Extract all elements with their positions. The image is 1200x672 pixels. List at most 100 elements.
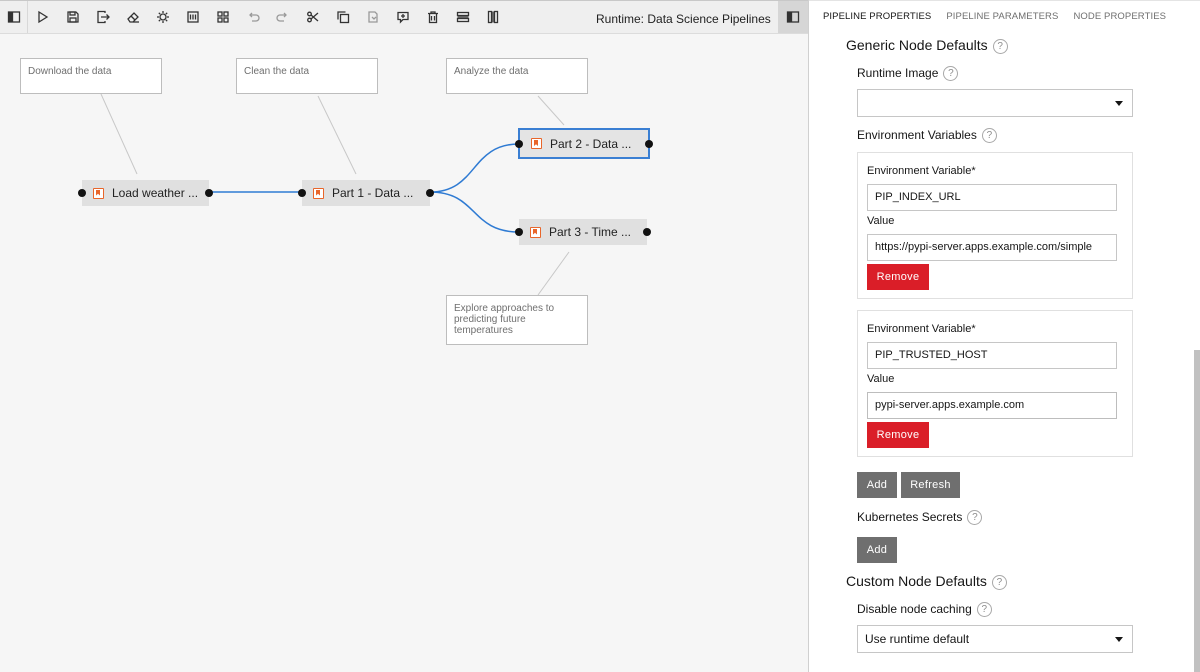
disable-node-caching-select[interactable]: Use runtime default (857, 625, 1133, 653)
catalog-icon (187, 11, 199, 23)
input-port[interactable] (298, 189, 306, 197)
palette-icon (7, 11, 20, 23)
node-link (429, 143, 520, 193)
help-icon[interactable]: ? (981, 128, 997, 144)
delete-button[interactable] (418, 1, 448, 33)
redo-button[interactable] (268, 1, 298, 33)
env-var-value-label: Value (867, 373, 895, 385)
generic-node-defaults-title: Generic Node Defaults (846, 37, 988, 53)
help-icon[interactable]: ? (991, 574, 1007, 590)
tab-pipeline-properties[interactable]: PIPELINE PROPERTIES (823, 1, 931, 34)
generic-node-defaults-heading: Generic Node Defaults? (846, 37, 1008, 54)
comment-icon (397, 11, 409, 24)
chevron-down-icon (1115, 101, 1123, 106)
notebook-icon (313, 187, 324, 199)
remove-env-var-button[interactable]: Remove (867, 422, 929, 448)
output-port[interactable] (645, 139, 653, 148)
panel-scrollbar[interactable] (1194, 350, 1200, 672)
pipeline-node-selected[interactable]: Part 2 - Data ... (515, 128, 653, 159)
paste-icon (368, 11, 378, 23)
properties-tabs: PIPELINE PROPERTIES PIPELINE PARAMETERS … (809, 0, 1200, 34)
export-button[interactable] (88, 1, 118, 33)
grid-icon (217, 11, 229, 23)
cut-button[interactable] (298, 1, 328, 33)
add-kubernetes-secret-button[interactable]: Add (857, 537, 897, 563)
toggle-palette-button[interactable] (0, 1, 28, 33)
pipeline-node[interactable]: Part 3 - Time ... (515, 219, 651, 245)
comment-link (317, 95, 357, 175)
pipeline-node[interactable]: Part 1 - Data ... (298, 180, 434, 206)
clear-button[interactable] (118, 1, 148, 33)
custom-node-defaults-title: Custom Node Defaults (846, 573, 987, 589)
notebook-icon (530, 226, 541, 238)
copy-button[interactable] (328, 1, 358, 33)
pipeline-node[interactable]: Load weather ... (78, 180, 213, 206)
redo-icon (276, 12, 287, 22)
comment-box[interactable]: Explore approaches to predicting future … (446, 295, 588, 345)
pipeline-toolbar: Runtime: Data Science Pipelines (0, 0, 808, 34)
output-port[interactable] (643, 228, 651, 236)
play-icon (38, 10, 49, 24)
comment-link (100, 93, 138, 175)
env-var-value-input[interactable]: https://pypi-server.apps.example.com/sim… (867, 234, 1117, 261)
toggle-properties-panel-button[interactable] (778, 1, 808, 33)
add-comment-button[interactable] (388, 1, 418, 33)
output-port[interactable] (426, 189, 434, 197)
help-icon[interactable]: ? (943, 66, 959, 82)
save-button[interactable] (58, 1, 88, 33)
env-var-card: Environment Variable* PIP_TRUSTED_HOST V… (857, 310, 1133, 457)
env-var-value-input[interactable]: pypi-server.apps.example.com (867, 392, 1117, 419)
node-label: Load weather ... (112, 186, 199, 200)
runtimes-icon (157, 11, 169, 23)
env-var-value-text: https://pypi-server.apps.example.com/sim… (875, 241, 1093, 253)
chevron-down-icon (1115, 637, 1123, 642)
properties-panel: PIPELINE PROPERTIES PIPELINE PARAMETERS … (808, 0, 1200, 672)
environment-variables-label-text: Environment Variables (857, 128, 977, 142)
runtime-image-label: Runtime Image? (857, 66, 959, 82)
custom-node-defaults-heading: Custom Node Defaults? (846, 573, 1007, 590)
copy-icon (337, 11, 350, 24)
env-var-value-text: pypi-server.apps.example.com (875, 399, 1025, 411)
env-var-name-input[interactable]: PIP_TRUSTED_HOST (867, 342, 1117, 369)
input-port[interactable] (78, 189, 86, 197)
paste-button[interactable] (358, 1, 388, 33)
notebook-icon (531, 138, 542, 149)
refresh-env-vars-button[interactable]: Refresh (901, 472, 960, 498)
node-label: Part 1 - Data ... (332, 186, 414, 200)
add-env-var-button[interactable]: Add (857, 472, 897, 498)
arrange-horizontal-button[interactable] (448, 1, 478, 33)
tab-pipeline-parameters[interactable]: PIPELINE PARAMETERS (946, 1, 1058, 34)
undo-icon (249, 12, 260, 22)
node-label: Part 2 - Data ... (550, 136, 632, 151)
comment-text: Explore approaches to predicting future … (454, 303, 555, 336)
scissors-icon (307, 11, 319, 23)
env-var-name-label: Environment Variable* (867, 323, 976, 335)
env-var-name-value: PIP_TRUSTED_HOST (875, 349, 988, 361)
pipeline-canvas[interactable]: Download the data Clean the data Analyze… (0, 34, 808, 672)
comment-text: Download the data (28, 66, 112, 77)
auto-arrange-button[interactable] (208, 1, 238, 33)
input-port[interactable] (515, 139, 523, 148)
remove-env-var-button[interactable]: Remove (867, 264, 929, 290)
tab-node-properties[interactable]: NODE PROPERTIES (1073, 1, 1166, 34)
output-port[interactable] (205, 189, 213, 197)
runtime-label: Runtime: Data Science Pipelines (596, 12, 771, 26)
arrange-vertical-button[interactable] (478, 1, 508, 33)
panel-icon (786, 11, 800, 23)
runtimes-button[interactable] (148, 1, 178, 33)
node-label: Part 3 - Time ... (549, 225, 632, 239)
run-button[interactable] (28, 1, 58, 33)
comment-box[interactable]: Clean the data (236, 58, 378, 94)
help-icon[interactable]: ? (967, 510, 983, 526)
env-var-name-input[interactable]: PIP_INDEX_URL (867, 184, 1117, 211)
runtime-image-label-text: Runtime Image (857, 66, 939, 80)
help-icon[interactable]: ? (992, 38, 1008, 54)
component-catalogs-button[interactable] (178, 1, 208, 33)
comment-box[interactable]: Analyze the data (446, 58, 588, 94)
comment-box[interactable]: Download the data (20, 58, 162, 94)
runtime-image-select[interactable] (857, 89, 1133, 117)
help-icon[interactable]: ? (976, 602, 992, 618)
arrange-horizontal-icon (456, 11, 470, 23)
input-port[interactable] (515, 228, 523, 236)
undo-button[interactable] (238, 1, 268, 33)
